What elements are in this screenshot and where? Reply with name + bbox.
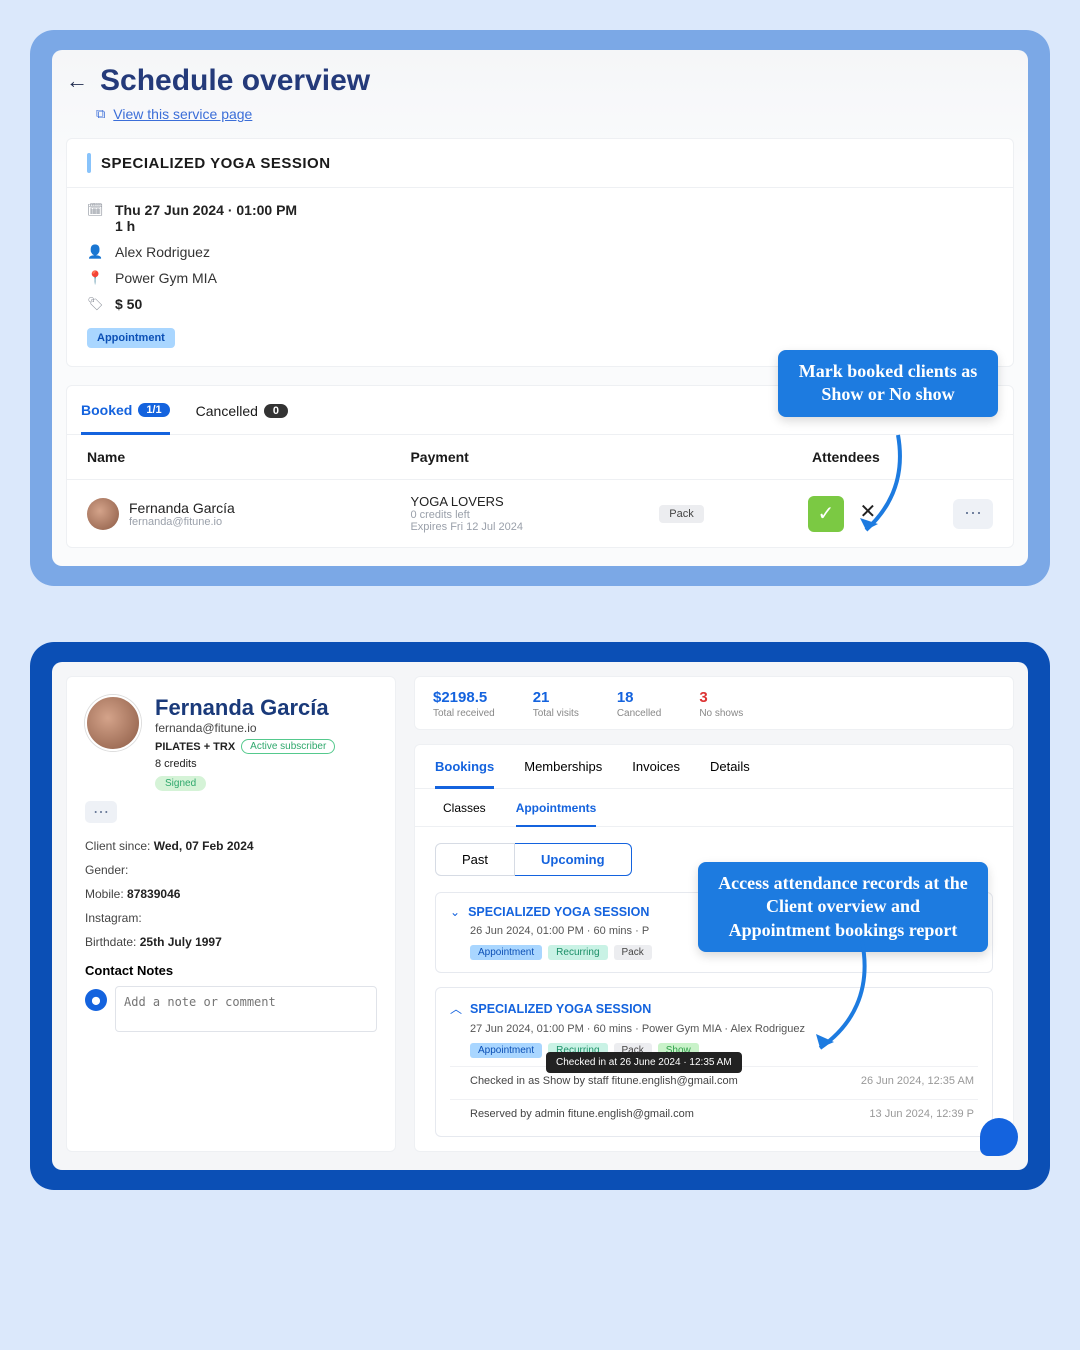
session-title: SPECIALIZED YOGA SESSION bbox=[101, 155, 331, 172]
cancelled-count-badge: 0 bbox=[264, 404, 288, 418]
booking-subtitle: 27 Jun 2024, 01:00 PM · 60 mins · Power … bbox=[470, 1023, 978, 1035]
subtab-classes[interactable]: Classes bbox=[443, 801, 486, 826]
client-mobile: 87839046 bbox=[127, 887, 180, 901]
subtab-appointments[interactable]: Appointments bbox=[516, 801, 597, 827]
view-service-page-link[interactable]: View this service page bbox=[113, 106, 252, 122]
session-duration: 1 h bbox=[115, 218, 135, 234]
chat-widget-icon[interactable] bbox=[980, 1118, 1018, 1156]
calendar-icon: 🗓 bbox=[87, 202, 103, 218]
stat-total-visits: 21 bbox=[533, 689, 579, 706]
stat-total-received: $2198.5 bbox=[433, 689, 495, 706]
log-reserved-time: 13 Jun 2024, 12:39 P bbox=[869, 1108, 974, 1120]
annotation-arrow-2 bbox=[812, 936, 882, 1056]
tag-appointment: Appointment bbox=[470, 1043, 542, 1058]
client-plan: PILATES + TRX bbox=[155, 741, 235, 753]
log-checkin-time: 26 Jun 2024, 12:35 AM bbox=[861, 1075, 974, 1087]
client-since: Wed, 07 Feb 2024 bbox=[154, 839, 254, 853]
tag-recurring: Recurring bbox=[548, 945, 607, 960]
col-name: Name bbox=[87, 449, 410, 465]
seg-past[interactable]: Past bbox=[435, 843, 515, 876]
location-pin-icon: 📍 bbox=[87, 270, 103, 286]
back-arrow-icon[interactable]: ← bbox=[66, 68, 88, 94]
price-tag-icon: 🏷 bbox=[87, 296, 103, 312]
accent-bar bbox=[87, 153, 91, 173]
pack-chip: Pack bbox=[659, 505, 703, 523]
client-instagram: Instagram: bbox=[85, 911, 377, 925]
stat-noshows: 3 bbox=[699, 689, 743, 706]
session-details-card: SPECIALIZED YOGA SESSION 🗓 Thu 27 Jun 20… bbox=[66, 138, 1014, 367]
tag-appointment: Appointment bbox=[470, 945, 542, 960]
chevron-up-icon[interactable]: ︿ bbox=[450, 1000, 462, 1017]
client-stats: $2198.5Total received 21Total visits 18C… bbox=[414, 676, 1014, 730]
profile-more-button[interactable]: ⋯ bbox=[85, 801, 117, 823]
annotation-arrow-1 bbox=[858, 430, 918, 540]
signed-badge: Signed bbox=[155, 776, 206, 791]
client-gender: Gender: bbox=[85, 863, 377, 877]
avatar bbox=[87, 498, 119, 530]
chevron-down-icon[interactable]: ⌄ bbox=[450, 905, 460, 919]
annotation-callout-1: Mark booked clients as Show or No show bbox=[778, 350, 998, 417]
session-staff: Alex Rodriguez bbox=[115, 244, 210, 260]
payment-credits: 0 credits left bbox=[410, 509, 659, 521]
log-reserved: Reserved by admin fitune.english@gmail.c… bbox=[470, 1108, 694, 1120]
note-input[interactable] bbox=[115, 986, 377, 1032]
session-datetime: Thu 27 Jun 2024 · 01:00 PM bbox=[115, 202, 297, 218]
tab-booked[interactable]: Booked 1/1 bbox=[81, 400, 170, 435]
col-payment: Payment bbox=[410, 449, 659, 465]
client-name: Fernanda García bbox=[155, 695, 377, 721]
note-author-avatar: ⬤ bbox=[85, 989, 107, 1011]
booking-item-2[interactable]: ︿ SPECIALIZED YOGA SESSION 27 Jun 2024, … bbox=[435, 987, 993, 1137]
booked-count-badge: 1/1 bbox=[138, 403, 169, 417]
payment-pack: YOGA LOVERS bbox=[410, 494, 659, 509]
client-birthdate: 25th July 1997 bbox=[140, 935, 222, 949]
checkin-tooltip: Checked in at 26 June 2024 · 12:35 AM bbox=[546, 1052, 742, 1073]
row-more-button[interactable]: ⋯ bbox=[953, 499, 993, 529]
contact-notes-title: Contact Notes bbox=[85, 963, 377, 978]
person-icon: 👤 bbox=[87, 244, 103, 260]
tab-details[interactable]: Details bbox=[710, 759, 750, 788]
client-email: fernanda@fitune.io bbox=[155, 721, 377, 735]
attendee-name[interactable]: Fernanda García bbox=[129, 500, 235, 516]
tab-memberships[interactable]: Memberships bbox=[524, 759, 602, 788]
stat-cancelled: 18 bbox=[617, 689, 661, 706]
session-price: $ 50 bbox=[115, 296, 142, 312]
mark-show-button[interactable]: ✓ bbox=[808, 496, 844, 532]
external-link-icon: ⧉ bbox=[96, 106, 105, 122]
attendee-email: fernanda@fitune.io bbox=[129, 516, 235, 528]
tab-cancelled[interactable]: Cancelled 0 bbox=[196, 401, 288, 433]
session-location: Power Gym MIA bbox=[115, 270, 217, 286]
page-title: Schedule overview bbox=[100, 64, 370, 98]
seg-upcoming[interactable]: Upcoming bbox=[515, 843, 632, 876]
client-profile-card: Fernanda García fernanda@fitune.io PILAT… bbox=[66, 676, 396, 1152]
avatar bbox=[85, 695, 141, 751]
appointment-chip: Appointment bbox=[87, 328, 175, 348]
payment-expires: Expires Fri 12 Jul 2024 bbox=[410, 521, 659, 533]
subscriber-status: Active subscriber bbox=[241, 739, 335, 754]
client-credits: 8 credits bbox=[155, 758, 377, 770]
tab-invoices[interactable]: Invoices bbox=[632, 759, 680, 788]
tag-pack: Pack bbox=[614, 945, 652, 960]
tab-bookings[interactable]: Bookings bbox=[435, 759, 494, 789]
log-checkin: Checked in as Show by staff fitune.engli… bbox=[470, 1075, 738, 1087]
